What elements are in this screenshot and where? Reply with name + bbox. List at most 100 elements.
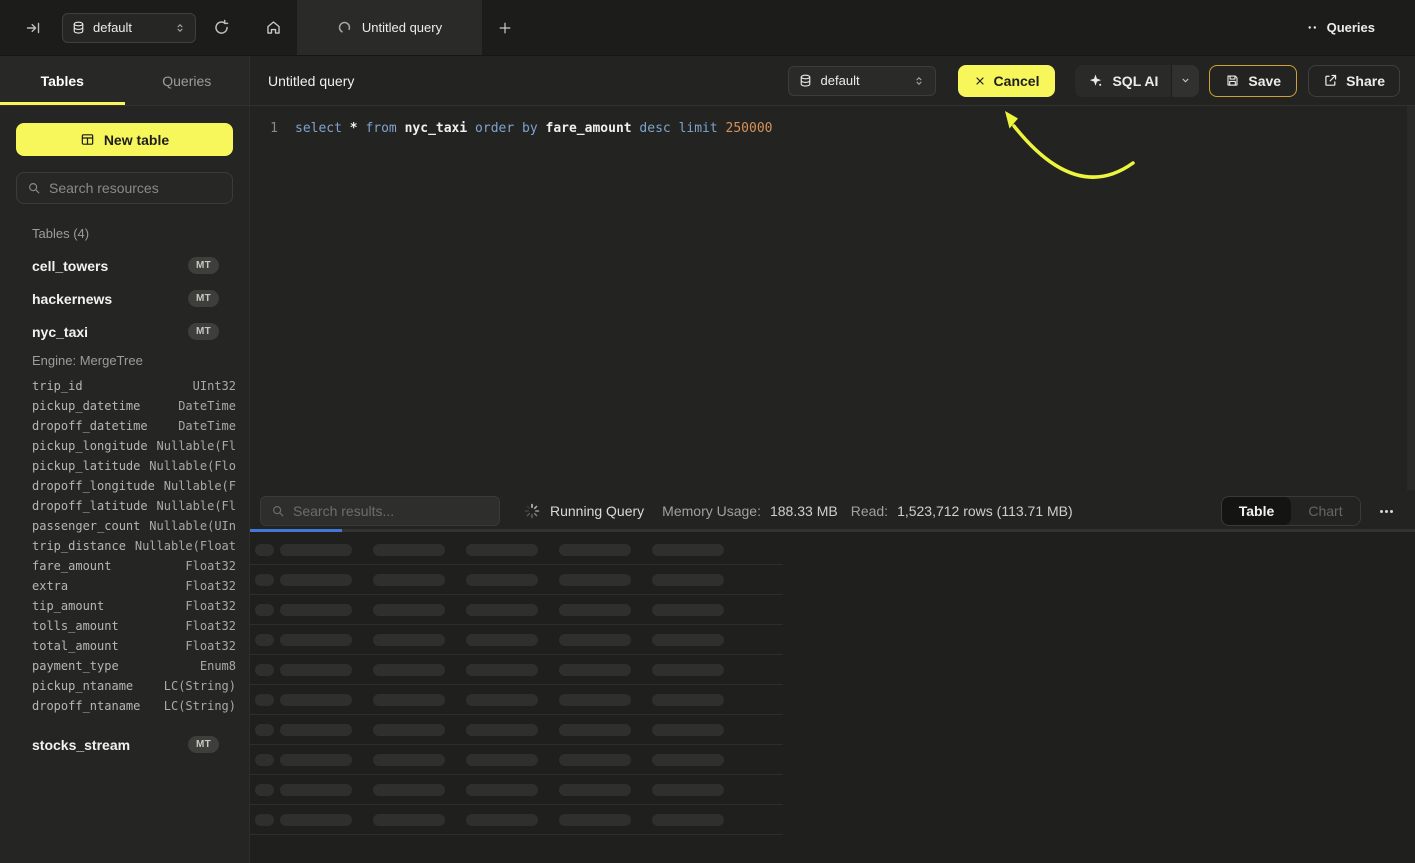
sql-editor[interactable]: 1 select * from nyc_taxi order by fare_a… [250,106,1415,490]
skeleton-cell [373,814,445,826]
editor-line: 1 select * from nyc_taxi order by fare_a… [250,106,1415,139]
column-type: Enum8 [193,659,236,673]
search-results-box [260,496,500,526]
column-type: DateTime [171,399,236,413]
save-button[interactable]: Save [1209,65,1297,97]
query-database-selector[interactable]: default [788,66,936,96]
query-title: Untitled query [268,73,354,89]
skeleton-cell [373,754,445,766]
topbar-database-selector[interactable]: default [62,13,196,43]
skeleton-cell [255,724,274,736]
skeleton-cell [280,814,352,826]
skeleton-cell [466,724,538,736]
column-type: Nullable(Fl [150,499,236,513]
column-row: passenger_countNullable(UIn [32,516,236,536]
column-name: dropoff_ntaname [32,699,140,713]
query-database-value: default [821,73,860,88]
table-row-nyc_taxi[interactable]: nyc_taxiMT [0,315,249,348]
skeleton-cell [280,754,352,766]
column-row: fare_amountFloat32 [32,556,236,576]
skeleton-cell [280,784,352,796]
sidebar-tabs: Tables Queries [0,56,249,106]
column-name: pickup_longitude [32,439,148,453]
table-row-stocks_stream[interactable]: stocks_streamMT [0,728,249,761]
annotation-arrow [250,106,1415,490]
share-button[interactable]: Share [1308,65,1400,97]
sql-ai-dropdown-button[interactable] [1172,65,1199,97]
skeleton-cell [373,634,445,646]
search-results-input[interactable] [293,503,489,519]
skeleton-cell [280,724,352,736]
skeleton-cell [466,604,538,616]
sidebar-tab-tables[interactable]: Tables [0,56,125,105]
column-type: Float32 [178,619,236,633]
line-number: 1 [266,119,278,139]
sidebar-tab-queries[interactable]: Queries [125,56,250,105]
skeleton-row [250,775,783,805]
skeleton-cell [280,694,352,706]
column-name: pickup_ntaname [32,679,133,693]
query-status-text: Running Query [550,503,644,519]
query-header: Untitled query default Cancel [250,56,1415,106]
home-tab-button[interactable] [250,0,297,55]
cancel-button[interactable]: Cancel [958,65,1056,97]
tab-untitled-query[interactable]: Untitled query [297,0,482,55]
skeleton-cell [466,664,538,676]
skeleton-cell [652,664,724,676]
more-options-button[interactable] [1373,498,1399,524]
new-table-button[interactable]: New table [16,123,233,156]
skeleton-cell [466,784,538,796]
database-icon [72,21,85,35]
column-type: LC(String) [157,699,236,713]
tables-section-label: Tables (4) [32,226,233,241]
queries-panel-button[interactable]: Queries [1306,0,1415,55]
table-row-cell_towers[interactable]: cell_towersMT [0,249,249,282]
share-label: Share [1346,73,1385,89]
column-type: Float32 [178,599,236,613]
new-table-label: New table [104,132,169,148]
ellipsis-icon [1380,510,1383,513]
skeleton-cell [559,664,631,676]
column-row: total_amountFloat32 [32,636,236,656]
skeleton-cell [280,664,352,676]
refresh-connection-button[interactable] [208,15,234,41]
collapse-sidebar-button[interactable] [20,15,46,41]
topbar-database-value: default [93,20,132,35]
skeleton-row [250,745,783,775]
skeleton-cell [559,574,631,586]
column-row: payment_type Enum8 [32,656,236,676]
chevron-down-icon [1180,75,1191,86]
column-name: tip_amount [32,599,104,613]
columns-list: trip_idUInt32pickup_datetimeDateTimedrop… [32,376,236,716]
cancel-label: Cancel [994,73,1040,89]
skeleton-cell [652,694,724,706]
table-name: hackernews [32,291,112,307]
table-engine-badge: MT [188,257,219,274]
query-header-actions: default Cancel [788,65,1400,97]
memory-usage-value: 188.33 MB [770,503,838,519]
sql-ai-button[interactable]: SQL AI [1075,65,1172,97]
column-row: pickup_longitudeNullable(Fl [32,436,236,456]
column-row: dropoff_longitudeNullable(F [32,476,236,496]
sparkle-icon [1088,73,1103,88]
column-row: pickup_latitudeNullable(Flo [32,456,236,476]
search-resources-input[interactable] [49,180,230,196]
column-row: dropoff_datetimeDateTime [32,416,236,436]
results-toolbar: Running Query Memory Usage: 188.33 MB Re… [250,490,1415,532]
column-type: Nullable(Flo [142,459,236,473]
table-name: nyc_taxi [32,324,88,340]
column-type: Float32 [178,579,236,593]
search-icon [27,181,41,195]
new-tab-button[interactable] [482,0,528,55]
view-toggle: Table Chart [1221,496,1361,526]
skeleton-cell [652,604,724,616]
column-row: dropoff_ntaname LC(String) [32,696,236,716]
skeleton-row [250,805,783,835]
skeleton-cell [559,604,631,616]
table-view-button[interactable]: Table [1222,497,1291,525]
column-name: payment_type [32,659,119,673]
table-row-hackernews[interactable]: hackernewsMT [0,282,249,315]
column-type: Nullable(F [157,479,236,493]
close-icon [974,75,986,87]
chart-view-button[interactable]: Chart [1291,497,1360,525]
